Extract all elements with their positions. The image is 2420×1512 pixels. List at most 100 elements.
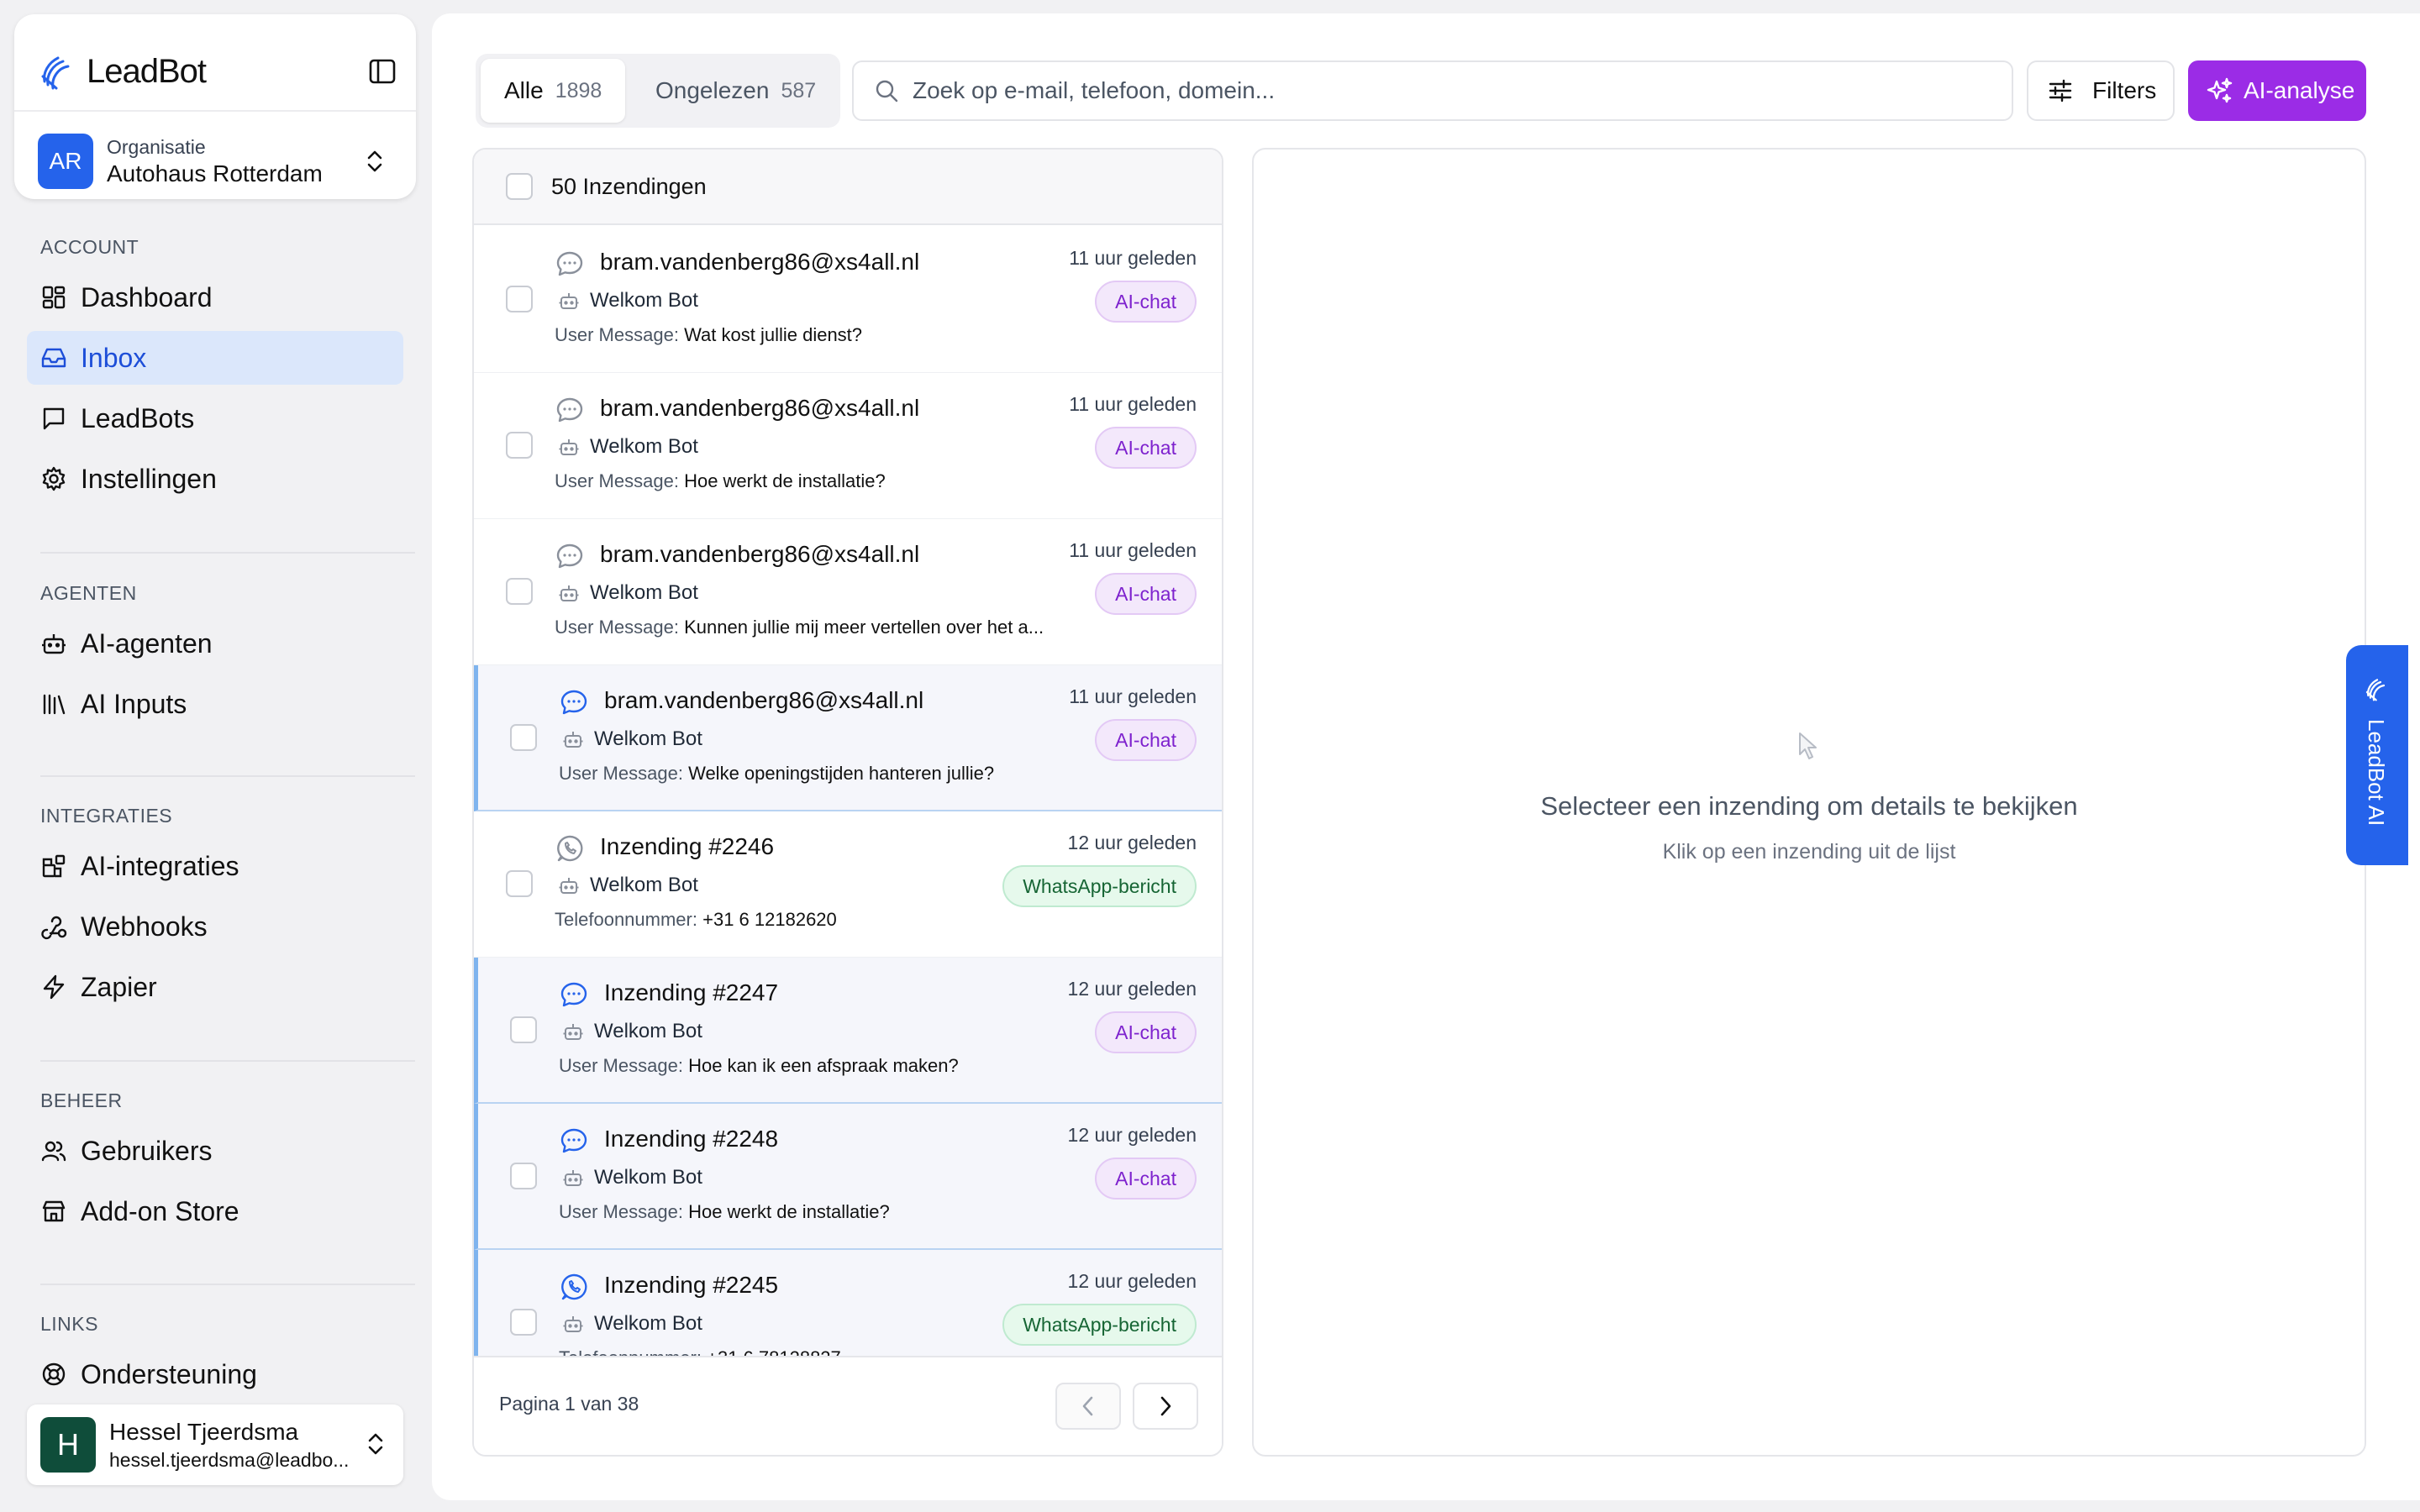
leadbot-ai-tab[interactable]: LeadBot AI bbox=[2346, 645, 2408, 865]
org-switcher[interactable]: AR Organisatie Autohaus Rotterdam bbox=[38, 132, 399, 191]
search-bar bbox=[852, 60, 2013, 121]
sidebar-item-label: AI-agenten bbox=[81, 627, 213, 659]
row-checkbox[interactable] bbox=[506, 578, 533, 605]
chat-bubble-icon bbox=[555, 541, 585, 571]
previous-page-button[interactable] bbox=[1055, 1383, 1121, 1430]
whatsapp-icon bbox=[559, 1272, 589, 1302]
sidebar-item-ondersteuning[interactable]: Ondersteuning bbox=[27, 1347, 403, 1401]
preview-key: User Message: bbox=[559, 763, 683, 784]
preview-key: User Message: bbox=[555, 470, 679, 491]
sidebar-item-leadbots[interactable]: LeadBots bbox=[27, 391, 403, 445]
bot-name: Welkom Bot bbox=[594, 1166, 702, 1189]
robot-icon bbox=[558, 437, 580, 459]
tab-label: Ongelezen bbox=[655, 77, 770, 103]
brand-card: LeadBot AR Organisatie Autohaus Rotterda… bbox=[14, 14, 416, 199]
sidebar-item-instellingen[interactable]: Instellingen bbox=[27, 452, 403, 506]
chat-bubble-icon bbox=[559, 1126, 589, 1156]
users-icon bbox=[40, 1137, 67, 1164]
timestamp: 12 uur geleden bbox=[1067, 832, 1197, 853]
list-item[interactable]: Inzending #2247 Welkom Bot User Message: H… bbox=[474, 958, 1222, 1104]
preview-text: Hoe werkt de installatie? bbox=[688, 1201, 890, 1222]
list-header: 50 Inzendingen bbox=[474, 150, 1222, 225]
list-item[interactable]: Inzending #2248 Welkom Bot User Message: H… bbox=[474, 1104, 1222, 1250]
bot-name: Welkom Bot bbox=[594, 1020, 702, 1042]
list-item[interactable]: Inzending #2246 Welkom Bot Telefoonnummer:… bbox=[474, 811, 1222, 958]
submission-preview: User Message: Hoe kan ik een afspraak ma… bbox=[559, 1055, 959, 1077]
search-input[interactable] bbox=[913, 77, 1971, 104]
bot-name: Welkom Bot bbox=[590, 581, 698, 604]
list-item[interactable]: bram.vandenberg86@xs4all.nl Welkom Bot Use… bbox=[474, 519, 1222, 665]
preview-key: Telefoonnummer: bbox=[555, 909, 697, 930]
leadbot-logo-icon bbox=[2365, 675, 2390, 702]
main-panel: Alle 1898 Ongelezen 587 Filters AI-analy… bbox=[432, 13, 2420, 1500]
bot-name: Welkom Bot bbox=[594, 727, 702, 750]
chat-icon bbox=[40, 405, 67, 432]
sidebar-item-gebruikers[interactable]: Gebruikers bbox=[27, 1124, 403, 1178]
sidebar-item-dashboard[interactable]: Dashboard bbox=[27, 270, 403, 324]
user-menu[interactable]: H Hessel Tjeerdsma hessel.tjeerdsma@lead… bbox=[27, 1404, 403, 1485]
sidebar-item-inbox[interactable]: Inbox bbox=[27, 331, 403, 385]
sidebar: LeadBot AR Organisatie Autohaus Rotterda… bbox=[0, 0, 429, 1512]
list-item[interactable]: bram.vandenberg86@xs4all.nl Welkom Bot Use… bbox=[474, 373, 1222, 519]
sidebar-item-zapier[interactable]: Zapier bbox=[27, 960, 403, 1014]
robot-icon bbox=[562, 729, 584, 751]
sidebar-item-ai-agenten[interactable]: AI-agenten bbox=[27, 617, 403, 670]
sidebar-item-ai-inputs[interactable]: AI Inputs bbox=[27, 677, 403, 731]
store-icon bbox=[40, 1198, 67, 1225]
inbox-filter-tabs: Alle 1898 Ongelezen 587 bbox=[476, 54, 840, 128]
submission-title: Inzending #2246 bbox=[600, 833, 775, 859]
channel-badge: WhatsApp-bericht bbox=[1002, 865, 1197, 907]
sidebar-item-add-on-store[interactable]: Add-on Store bbox=[27, 1184, 403, 1238]
row-checkbox[interactable] bbox=[510, 1309, 537, 1336]
sidebar-item-ai-integraties[interactable]: AI-integraties bbox=[27, 839, 403, 893]
channel-badge: AI-chat bbox=[1095, 427, 1197, 469]
row-checkbox[interactable] bbox=[506, 286, 533, 312]
zap-icon bbox=[40, 974, 67, 1000]
tab-alle[interactable]: Alle 1898 bbox=[481, 59, 626, 123]
row-checkbox[interactable] bbox=[510, 724, 537, 751]
preview-key: User Message: bbox=[555, 324, 679, 345]
timestamp: 11 uur geleden bbox=[1069, 539, 1197, 561]
submission-preview: User Message: Hoe werkt de installatie? bbox=[559, 1201, 890, 1223]
submission-title: Inzending #2247 bbox=[604, 979, 779, 1005]
chevron-up-down-icon bbox=[362, 147, 387, 176]
divider bbox=[14, 110, 416, 112]
filters-button[interactable]: Filters bbox=[2027, 60, 2175, 121]
channel-badge: AI-chat bbox=[1095, 573, 1197, 615]
row-checkbox[interactable] bbox=[510, 1016, 537, 1043]
org-name: Autohaus Rotterdam bbox=[107, 160, 323, 186]
list-item[interactable]: bram.vandenberg86@xs4all.nl Welkom Bot Use… bbox=[474, 227, 1222, 373]
sidebar-item-webhooks[interactable]: Webhooks bbox=[27, 900, 403, 953]
preview-text: Welke openingstijden hanteren jullie? bbox=[688, 763, 995, 784]
nav-section-beheer: BEHEER Gebruikers Add-on Store bbox=[27, 1084, 413, 1238]
list-item[interactable]: bram.vandenberg86@xs4all.nl Welkom Bot Use… bbox=[474, 665, 1222, 811]
timestamp: 11 uur geleden bbox=[1069, 247, 1197, 269]
inbox-icon bbox=[40, 344, 67, 371]
empty-state-title: Selecteer een inzending om details te be… bbox=[1540, 791, 2078, 821]
ai-analyse-button[interactable]: AI-analyse bbox=[2188, 60, 2366, 121]
nav-section-links: LINKS Ondersteuning bbox=[27, 1307, 413, 1401]
submission-preview: Telefoonnummer: +31 6 78128827 bbox=[559, 1347, 841, 1356]
submission-title: bram.vandenberg86@xs4all.nl bbox=[604, 687, 924, 713]
row-checkbox[interactable] bbox=[506, 432, 533, 459]
chevron-left-icon bbox=[1079, 1394, 1097, 1418]
sidebar-item-label: Ondersteuning bbox=[81, 1358, 257, 1389]
sidebar-item-label: Dashboard bbox=[81, 281, 213, 312]
submission-title: bram.vandenberg86@xs4all.nl bbox=[600, 249, 920, 275]
section-title: INTEGRATIES bbox=[40, 805, 173, 827]
tab-ongelezen[interactable]: Ongelezen 587 bbox=[632, 59, 839, 123]
divider bbox=[40, 1060, 415, 1062]
chat-bubble-icon bbox=[555, 395, 585, 425]
list-item[interactable]: Inzending #2245 Welkom Bot Telefoonnummer:… bbox=[474, 1250, 1222, 1356]
row-checkbox[interactable] bbox=[506, 870, 533, 897]
preview-key: User Message: bbox=[555, 617, 679, 638]
next-page-button[interactable] bbox=[1133, 1383, 1198, 1430]
page-indicator: Pagina 1 van 38 bbox=[499, 1393, 639, 1415]
row-checkbox[interactable] bbox=[510, 1163, 537, 1189]
bot-name: Welkom Bot bbox=[590, 435, 698, 458]
org-label: Organisatie bbox=[107, 135, 206, 158]
sidebar-toggle-icon[interactable] bbox=[364, 53, 401, 90]
preview-text: Hoe kan ik een afspraak maken? bbox=[688, 1055, 959, 1076]
select-all-checkbox[interactable] bbox=[506, 173, 533, 200]
sidebar-item-label: AI-integraties bbox=[81, 850, 239, 881]
